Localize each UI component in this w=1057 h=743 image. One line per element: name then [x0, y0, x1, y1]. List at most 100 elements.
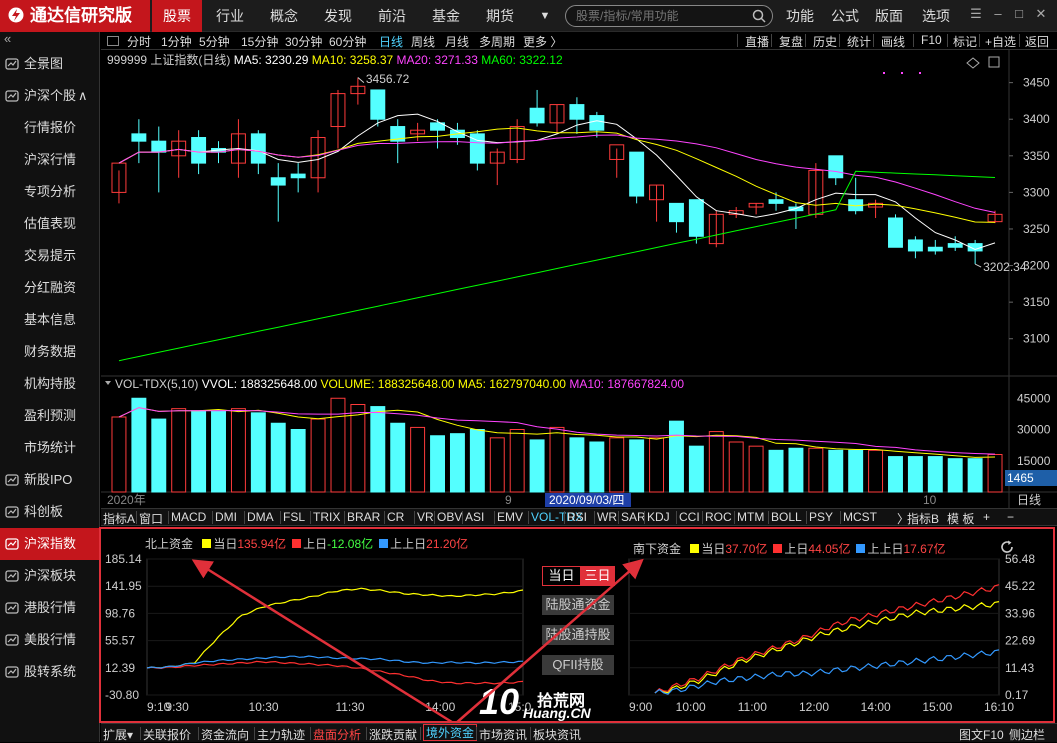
- tool-1[interactable]: 复盘: [779, 33, 803, 50]
- indicator-tab-14[interactable]: RSI: [567, 510, 587, 524]
- link-formula[interactable]: 公式: [831, 0, 859, 32]
- indicator-tab-28[interactable]: −: [1007, 510, 1014, 524]
- tool-0[interactable]: 直播: [745, 33, 769, 50]
- indicator-tab-7[interactable]: BRAR: [347, 510, 380, 524]
- tool-5[interactable]: F10: [921, 33, 942, 47]
- link-function[interactable]: 功能: [786, 0, 814, 32]
- indicator-tab-6[interactable]: TRIX: [313, 510, 340, 524]
- panel-box-icon[interactable]: [988, 56, 1000, 68]
- indicator-tab-16[interactable]: SAR: [621, 510, 646, 524]
- menu-tab-discover[interactable]: 发现: [314, 0, 362, 32]
- indicator-tab-2[interactable]: MACD: [171, 510, 206, 524]
- bottom-tab-7[interactable]: 市场资讯: [479, 726, 527, 743]
- diamond-icon[interactable]: [966, 57, 980, 69]
- hk-connect-holdings-button[interactable]: 陆股通持股: [542, 625, 614, 645]
- sidebar-item-14[interactable]: 科创板: [0, 496, 100, 528]
- menu-tab-futures[interactable]: 期货: [476, 0, 524, 32]
- menu-tab-concept[interactable]: 概念: [260, 0, 308, 32]
- period-10[interactable]: 更多 〉: [523, 33, 562, 50]
- indicator-tab-18[interactable]: CCI: [679, 510, 700, 524]
- kline-volume-chart[interactable]: 3450 3400 3350 3300 3250 3200 3150 3100 999999 上…: [101, 50, 1057, 508]
- sidebar-collapse-icon[interactable]: «: [4, 32, 24, 48]
- indicator-tab-25[interactable]: 指标B: [907, 510, 939, 527]
- tool-6[interactable]: 标记: [953, 33, 977, 50]
- search-icon[interactable]: [752, 9, 766, 23]
- sidebar-item-8[interactable]: 基本信息: [0, 304, 100, 336]
- link-layout[interactable]: 版面: [875, 0, 903, 32]
- sidebar-item-17[interactable]: 港股行情: [0, 592, 100, 624]
- indicator-tab-3[interactable]: DMI: [215, 510, 237, 524]
- bottom-tab-6[interactable]: 境外资金: [423, 724, 478, 741]
- sidebar-item-13[interactable]: 新股IPO: [0, 464, 100, 496]
- indicator-tab-10[interactable]: OBV: [437, 510, 462, 524]
- indicator-tab-20[interactable]: MTM: [737, 510, 764, 524]
- period-6[interactable]: 日线: [379, 33, 403, 50]
- sidebar-item-15[interactable]: 沪深指数: [0, 528, 100, 560]
- bottom-tab-0[interactable]: 扩展▾: [103, 726, 133, 743]
- bottom-tab-8[interactable]: 板块资讯: [533, 726, 581, 743]
- sidebar-item-5[interactable]: 估值表现: [0, 208, 100, 240]
- f10-link[interactable]: 图文F10: [959, 726, 1004, 743]
- period-0[interactable]: 分时: [127, 33, 151, 50]
- bottom-tab-2[interactable]: 资金流向: [201, 726, 249, 743]
- hk-connect-fund-button[interactable]: 陆股通资金: [542, 595, 614, 615]
- bottom-tab-1[interactable]: 关联报价: [143, 726, 191, 743]
- indicator-tab-4[interactable]: DMA: [247, 510, 274, 524]
- sidebar-item-3[interactable]: 沪深行情: [0, 144, 100, 176]
- sidebar-item-9[interactable]: 财务数据: [0, 336, 100, 368]
- toggle-today[interactable]: 当日: [542, 566, 580, 586]
- minimize-icon[interactable]: –: [990, 6, 1006, 22]
- indicator-tab-1[interactable]: 窗口: [139, 510, 163, 527]
- maximize-icon[interactable]: □: [1011, 6, 1027, 22]
- period-3[interactable]: 15分钟: [241, 33, 278, 50]
- indicator-tab-12[interactable]: EMV: [497, 510, 523, 524]
- indicator-tab-27[interactable]: +: [983, 510, 990, 524]
- sidebar-item-19[interactable]: 股转系统: [0, 656, 100, 688]
- indicator-tab-8[interactable]: CR: [387, 510, 404, 524]
- south-flow-chart[interactable]: 56.4845.2233.9622.6911.430.179:00 10:00 11…: [621, 549, 1055, 723]
- sidebar-item-7[interactable]: 分红融资: [0, 272, 100, 304]
- indicator-tab-5[interactable]: FSL: [283, 510, 305, 524]
- bottom-tab-5[interactable]: 涨跌贡献: [369, 726, 417, 743]
- tool-7[interactable]: +自选: [985, 33, 1016, 50]
- indicator-tab-23[interactable]: MCST: [843, 510, 877, 524]
- window-menu-icon[interactable]: ☰: [968, 6, 984, 22]
- period-5[interactable]: 60分钟: [329, 33, 366, 50]
- main-chart-area[interactable]: 3450 3400 3350 3300 3250 3200 3150 3100 999999 上…: [101, 50, 1057, 508]
- menu-tab-fund[interactable]: 基金: [422, 0, 470, 32]
- sidebar-item-16[interactable]: 沪深板块: [0, 560, 100, 592]
- sidebar-item-4[interactable]: 专项分析: [0, 176, 100, 208]
- indicator-tab-0[interactable]: 指标A: [103, 510, 135, 527]
- indicator-tab-19[interactable]: ROC: [705, 510, 732, 524]
- indicator-tab-9[interactable]: VR: [417, 510, 434, 524]
- menu-tab-frontier[interactable]: 前沿: [368, 0, 416, 32]
- indicator-tab-11[interactable]: ASI: [465, 510, 484, 524]
- tool-2[interactable]: 历史: [813, 33, 837, 50]
- menu-more-dropdown-icon[interactable]: ▼: [532, 0, 558, 32]
- bottom-tab-4[interactable]: 盘面分析: [313, 726, 361, 743]
- indicator-tab-26[interactable]: 模 板: [947, 510, 974, 527]
- sidebar-item-1[interactable]: 沪深个股 ∧: [0, 80, 100, 112]
- layout-toggle-icon[interactable]: [107, 36, 119, 46]
- sidebar-item-10[interactable]: 机构持股: [0, 368, 100, 400]
- sidebar-item-2[interactable]: 行情报价: [0, 112, 100, 144]
- sidebar-item-18[interactable]: 美股行情: [0, 624, 100, 656]
- search-input[interactable]: [576, 8, 736, 24]
- menu-tab-stocks[interactable]: 股票: [152, 0, 202, 32]
- period-8[interactable]: 月线: [445, 33, 469, 50]
- sidebar-item-0[interactable]: 全景图: [0, 48, 100, 80]
- sidebar-toggle-link[interactable]: 侧边栏: [1009, 726, 1045, 743]
- dropdown-icon[interactable]: [105, 381, 111, 385]
- sidebar-item-12[interactable]: 市场统计: [0, 432, 100, 464]
- menu-tab-industry[interactable]: 行业: [206, 0, 254, 32]
- sidebar-item-6[interactable]: 交易提示: [0, 240, 100, 272]
- close-icon[interactable]: ✕: [1033, 6, 1049, 22]
- north-flow-chart[interactable]: 185.14141.9598.7655.5712.39-30.809:109:3…: [101, 549, 531, 723]
- period-2[interactable]: 5分钟: [199, 33, 230, 50]
- expand-chevron-icon[interactable]: ∧: [78, 88, 88, 103]
- period-9[interactable]: 多周期: [479, 33, 515, 50]
- indicator-tab-22[interactable]: PSY: [809, 510, 833, 524]
- indicator-tab-17[interactable]: KDJ: [647, 510, 670, 524]
- bottom-tab-3[interactable]: 主力轨迹: [257, 726, 305, 743]
- search-box[interactable]: [565, 5, 773, 27]
